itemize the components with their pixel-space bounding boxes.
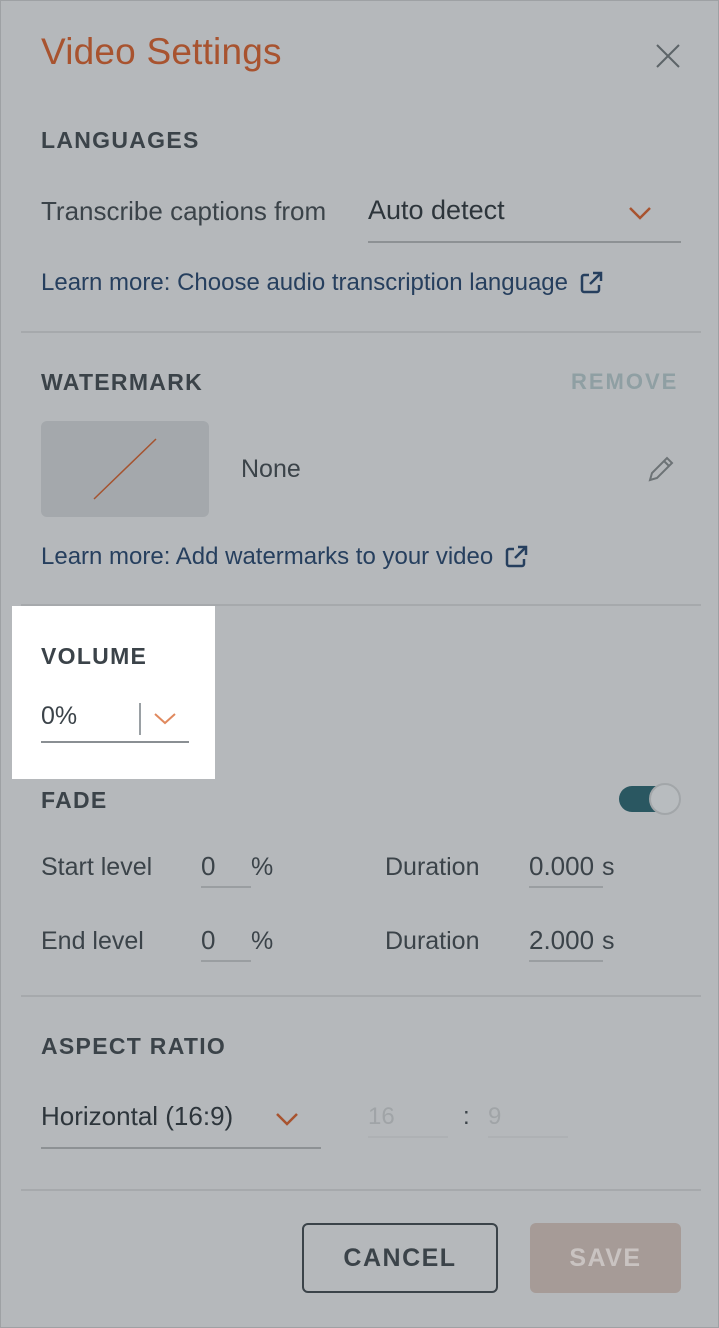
aspect-ratio-select[interactable]: Horizontal (16:9): [41, 1097, 321, 1149]
footer-divider: [21, 1189, 701, 1191]
external-link-icon: [580, 271, 603, 294]
fade-heading: FADE: [41, 787, 108, 813]
transcription-learn-more-text: Learn more: Choose audio transcription l…: [41, 269, 569, 296]
volume-heading: VOLUME: [41, 643, 148, 669]
end-level-label: End level: [41, 927, 144, 955]
fade-toggle[interactable]: [619, 783, 681, 815]
aspect-height-placeholder: 9: [488, 1103, 502, 1130]
chevron-down-icon: [276, 1113, 298, 1126]
aspect-width-input[interactable]: 16: [368, 1103, 448, 1138]
edit-watermark-button[interactable]: [645, 453, 677, 485]
watermark-learn-more-link[interactable]: Learn more: Add watermarks to your video: [41, 543, 529, 571]
toggle-knob: [649, 783, 681, 815]
pencil-icon: [648, 456, 674, 482]
volume-select[interactable]: 0%: [41, 698, 189, 743]
start-level-input[interactable]: 0: [201, 849, 251, 888]
watermark-thumbnail[interactable]: [41, 421, 209, 517]
cancel-button[interactable]: CANCEL: [302, 1223, 498, 1293]
end-duration-input[interactable]: 2.000: [529, 923, 603, 962]
start-duration-label: Duration: [385, 853, 480, 881]
start-duration-unit: s: [602, 853, 615, 881]
transcription-learn-more-link[interactable]: Learn more: Choose audio transcription l…: [41, 269, 604, 297]
aspect-height-input[interactable]: 9: [488, 1103, 568, 1138]
watermark-learn-more-text: Learn more: Add watermarks to your video: [41, 543, 494, 570]
external-link-icon: [505, 545, 528, 568]
end-level-unit: %: [251, 927, 274, 955]
end-duration-label: Duration: [385, 927, 480, 955]
chevron-down-icon: [629, 207, 651, 220]
volume-value: 0%: [41, 702, 78, 730]
start-duration-value: 0.000: [529, 851, 595, 881]
watermark-name: None: [241, 455, 301, 483]
remove-watermark-button[interactable]: REMOVE: [571, 369, 678, 395]
start-duration-input[interactable]: 0.000: [529, 849, 603, 888]
no-image-icon: [93, 438, 157, 500]
start-level-label: Start level: [41, 853, 153, 881]
end-level-value: 0: [201, 925, 216, 955]
section-divider: [21, 331, 701, 333]
aspect-ratio-heading: ASPECT RATIO: [41, 1033, 227, 1059]
start-level-value: 0: [201, 851, 216, 881]
close-icon: [656, 44, 680, 68]
save-button[interactable]: SAVE: [530, 1223, 681, 1293]
watermark-heading: WATERMARK: [41, 369, 204, 395]
end-duration-unit: s: [602, 927, 615, 955]
close-button[interactable]: [653, 41, 683, 71]
volume-highlight: [12, 606, 215, 779]
aspect-separator: :: [463, 1103, 470, 1130]
languages-heading: LANGUAGES: [41, 127, 200, 153]
video-settings-dialog: Video Settings LANGUAGES Transcribe capt…: [0, 0, 719, 1328]
end-level-input[interactable]: 0: [201, 923, 251, 962]
section-divider: [21, 995, 701, 997]
aspect-width-placeholder: 16: [368, 1103, 395, 1130]
start-level-unit: %: [251, 853, 274, 881]
chevron-down-icon: [154, 713, 176, 725]
transcription-language-value: Auto detect: [368, 195, 505, 225]
select-separator: [139, 703, 141, 735]
aspect-ratio-value: Horizontal (16:9): [41, 1101, 234, 1131]
end-duration-value: 2.000: [529, 925, 595, 955]
transcription-language-select[interactable]: Auto detect: [368, 191, 681, 243]
dialog-title: Video Settings: [41, 31, 282, 72]
transcribe-label: Transcribe captions from: [41, 196, 327, 226]
